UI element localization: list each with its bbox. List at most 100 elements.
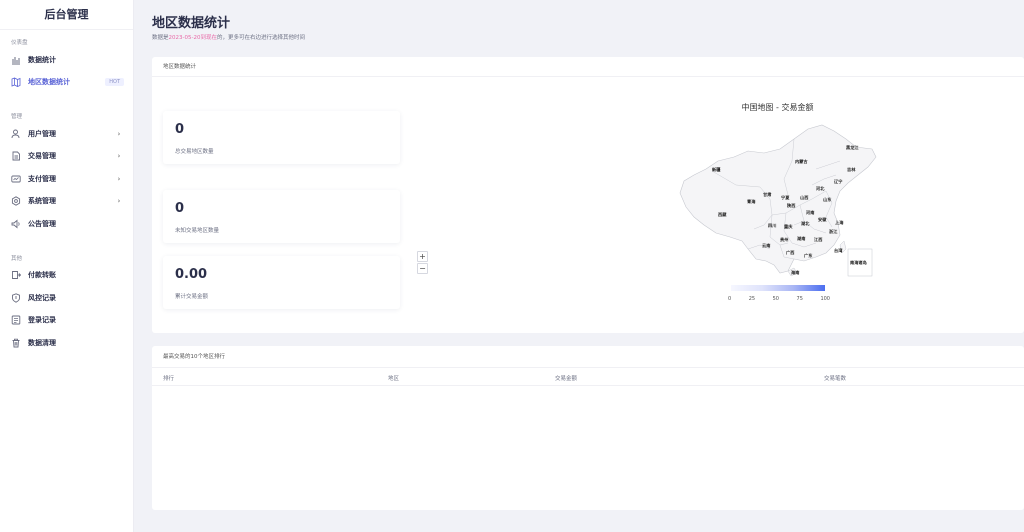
- sidebar-item-label: 交易管理: [28, 152, 56, 160]
- region-label: 上海: [835, 219, 844, 226]
- card-title: 最高交易的10个地区排行: [152, 346, 1024, 368]
- stat-total-regions: 0 总交易地区数量: [163, 111, 400, 164]
- transfer-icon: [11, 270, 21, 280]
- sidebar-item-login-records[interactable]: 登录记录: [0, 310, 134, 330]
- gear-icon: [11, 196, 21, 206]
- sidebar-item-data-clean[interactable]: 数据清理: [0, 333, 134, 353]
- sidebar-item-system-manage[interactable]: 系统管理 ›: [0, 191, 134, 211]
- region-label: 安徽: [818, 216, 827, 223]
- page-title: 地区数据统计: [152, 16, 231, 31]
- region-label: 台湾: [834, 247, 843, 254]
- region-label: 辽宁: [834, 178, 842, 185]
- region-label: 浙江: [829, 228, 838, 235]
- subtitle-date: 2023-05-20到现在: [168, 35, 217, 41]
- sidebar-item-risk-records[interactable]: 风控记录: [0, 288, 134, 308]
- sidebar-item-label: 地区数据统计: [28, 78, 70, 86]
- china-map[interactable]: 黑龙江 吉林 辽宁 内蒙古 新疆 西藏 青海 甘肃 宁夏 陕西 山西 河北 山东…: [676, 121, 886, 281]
- sidebar-item-region-stats[interactable]: 地区数据统计 HOT: [0, 72, 134, 92]
- region-label: 贵州: [780, 236, 788, 243]
- chevron-right-icon: ›: [117, 175, 121, 183]
- region-label: 西藏: [718, 211, 727, 218]
- region-label: 江西: [814, 236, 823, 243]
- region-label: 山西: [800, 194, 809, 201]
- map-icon: [11, 77, 21, 87]
- shield-icon: [11, 293, 21, 303]
- chevron-right-icon: ›: [117, 152, 121, 160]
- legend-tick: 75: [796, 296, 803, 302]
- region-label: 内蒙古: [795, 158, 808, 165]
- list-icon: [11, 315, 21, 325]
- stat-total-amount: 0.00 累计交易金额: [163, 256, 400, 309]
- region-label: 山东: [823, 196, 832, 203]
- region-label: 新疆: [712, 166, 721, 173]
- region-label: 吉林: [847, 166, 856, 173]
- stat-value: 0.00: [175, 267, 208, 282]
- region-label: 陕西: [787, 202, 796, 209]
- column-region[interactable]: 地区: [388, 374, 399, 382]
- region-label: 广西: [786, 249, 795, 256]
- region-label: 广东: [804, 252, 813, 259]
- card-icon: [11, 174, 21, 184]
- region-label: 河北: [815, 185, 825, 192]
- ranking-card: 最高交易的10个地区排行 排行 地区 交易金额 交易笔数: [152, 346, 1024, 510]
- region-label: 甘肃: [763, 191, 772, 198]
- bar-chart-icon: [11, 55, 21, 65]
- region-label: 南海诸岛: [850, 259, 867, 266]
- sidebar-item-label: 付款转账: [28, 271, 56, 279]
- region-label: 海南: [791, 269, 800, 276]
- column-amount[interactable]: 交易金额: [555, 374, 577, 382]
- stat-label: 未知交易地区数量: [175, 228, 220, 234]
- sidebar-item-label: 登录记录: [28, 316, 56, 324]
- region-label: 四川: [768, 222, 776, 229]
- sidebar: 后台管理 仪表盘 数据统计 地区数据统计 HOT 管理 用户管理 › 交易管理 …: [0, 0, 134, 532]
- region-label: 黑龙江: [846, 144, 859, 151]
- hot-badge: HOT: [105, 78, 124, 86]
- chevron-right-icon: ›: [117, 197, 121, 205]
- sidebar-item-pay-manage[interactable]: 支付管理 ›: [0, 169, 134, 189]
- region-label: 湖南: [797, 235, 806, 242]
- sidebar-item-label: 公告管理: [28, 220, 56, 228]
- stat-value: 0: [175, 201, 185, 216]
- legend-tick: 100: [820, 296, 830, 302]
- subtitle-suffix: 的，更多可在右边进行选择其他时间: [216, 35, 305, 41]
- user-icon: [11, 129, 21, 139]
- legend-tick: 0: [728, 296, 732, 302]
- sidebar-item-label: 用户管理: [28, 130, 56, 138]
- card-title: 地区数据统计: [152, 57, 1024, 77]
- page-subtitle: 数据是2023-05-20到现在的，更多可在右边进行选择其他时间: [152, 33, 305, 41]
- region-label: 河南: [805, 209, 815, 216]
- sidebar-item-user-manage[interactable]: 用户管理 ›: [0, 124, 134, 144]
- stat-label: 总交易地区数量: [175, 149, 214, 155]
- sidebar-item-transfer[interactable]: 付款转账: [0, 265, 134, 285]
- trash-icon: [11, 338, 21, 348]
- region-label: 重庆: [784, 223, 793, 230]
- sidebar-item-notice-manage[interactable]: 公告管理: [0, 214, 134, 234]
- map-title: 中国地图 - 交易金额: [741, 103, 814, 112]
- speaker-icon: [11, 219, 21, 229]
- sidebar-item-label: 系统管理: [28, 197, 56, 205]
- sidebar-item-label: 数据统计: [28, 56, 56, 64]
- legend-tick: 25: [748, 296, 756, 302]
- chevron-right-icon: ›: [117, 130, 121, 138]
- sidebar-item-data-stats[interactable]: 数据统计: [0, 50, 134, 70]
- sidebar-item-trade-manage[interactable]: 交易管理 ›: [0, 146, 134, 166]
- zoom-out-button[interactable]: −: [417, 263, 428, 274]
- region-label: 青海: [747, 198, 756, 205]
- region-label: 宁夏: [781, 194, 790, 201]
- region-label: 云南: [762, 242, 771, 249]
- table-header: 排行 地区 交易金额 交易笔数: [152, 368, 1024, 386]
- group-other: 其他: [11, 256, 23, 262]
- legend-ticks: 0 25 50 75 100: [728, 296, 830, 302]
- brand-title: 后台管理: [0, 0, 133, 30]
- group-dashboard: 仪表盘: [11, 40, 28, 46]
- legend-gradient[interactable]: [731, 285, 825, 291]
- column-count[interactable]: 交易笔数: [824, 374, 846, 382]
- sidebar-item-label: 数据清理: [28, 339, 56, 347]
- sidebar-item-label: 支付管理: [28, 175, 56, 183]
- legend-tick: 50: [772, 296, 779, 302]
- document-icon: [11, 151, 21, 161]
- column-rank[interactable]: 排行: [163, 374, 174, 382]
- zoom-in-button[interactable]: +: [417, 251, 428, 262]
- subtitle-prefix: 数据是: [152, 35, 169, 41]
- stat-unknown-regions: 0 未知交易地区数量: [163, 190, 400, 243]
